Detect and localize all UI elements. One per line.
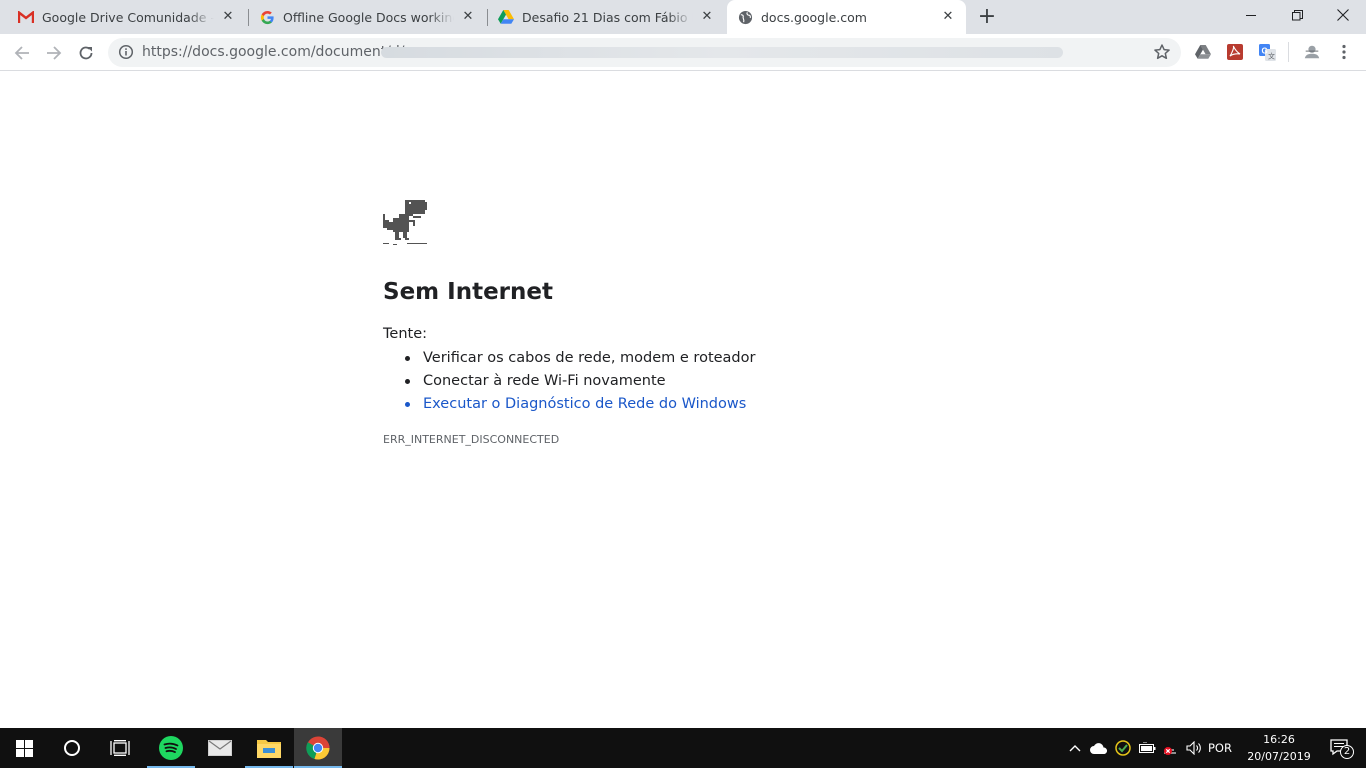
blurred-url-segment: [381, 47, 1063, 58]
google-drive-icon: [498, 9, 514, 25]
tab-drive-folder[interactable]: Desafio 21 Dias com Fábio Kerk - Google …: [488, 0, 725, 34]
spotify-icon[interactable]: [147, 728, 195, 768]
tab-title: Google Drive Comunidade – "Offline Googl…: [42, 9, 214, 25]
tab-title: Offline Google Docs working on Chrome: [283, 9, 454, 25]
clock-time: 16:26: [1263, 733, 1295, 746]
notification-count-badge: 2: [1340, 745, 1354, 759]
chrome-icon[interactable]: [294, 728, 342, 768]
google-g-icon: [259, 9, 275, 25]
close-tab-icon[interactable]: ✕: [940, 9, 956, 25]
back-button[interactable]: [8, 39, 36, 67]
file-explorer-icon[interactable]: [245, 728, 293, 768]
close-icon[interactable]: [1320, 0, 1366, 30]
new-tab-button[interactable]: +: [975, 5, 999, 29]
tab-strip: Google Drive Comunidade – "Offline Googl…: [0, 0, 1366, 34]
security-icon[interactable]: [1113, 728, 1133, 768]
tab-docs-active[interactable]: docs.google.com ✕: [727, 0, 966, 34]
reload-button[interactable]: [72, 39, 100, 67]
svg-text:G: G: [1261, 46, 1267, 55]
cortana-icon[interactable]: [48, 728, 96, 768]
input-language[interactable]: POR: [1208, 741, 1232, 755]
menu-dots-icon[interactable]: [1336, 43, 1352, 61]
page-title: Sem Internet: [383, 279, 553, 305]
clock-date: 20/07/2019: [1247, 750, 1311, 763]
svg-text:文: 文: [1268, 51, 1275, 60]
globe-icon: [737, 9, 753, 25]
tab-offline-docs[interactable]: Offline Google Docs working on Chrome ✕: [249, 0, 486, 34]
tab-gmail[interactable]: Google Drive Comunidade – "Offline Googl…: [8, 0, 246, 34]
task-view-icon[interactable]: [96, 728, 144, 768]
url-text: https://docs.google.com/document/d/: [142, 44, 405, 60]
gmail-icon: [18, 9, 34, 25]
minimize-icon[interactable]: [1228, 0, 1274, 30]
adobe-acrobat-icon[interactable]: [1226, 43, 1244, 61]
profile-icon[interactable]: [1303, 43, 1321, 61]
suggestion-reconnect-wifi: Conectar à rede Wi-Fi novamente: [383, 370, 755, 393]
google-translate-icon[interactable]: G文: [1258, 43, 1276, 61]
address-bar[interactable]: https://docs.google.com/document/d/: [108, 38, 1181, 67]
network-diagnostics-link[interactable]: Executar o Diagnóstico de Rede do Window…: [383, 393, 755, 416]
windows-taskbar: POR 16:26 20/07/2019 2: [0, 728, 1366, 768]
mail-icon[interactable]: [196, 728, 244, 768]
suggestion-check-cables: Verificar os cabos de rede, modem e rote…: [383, 347, 755, 370]
suggestions-list: Verificar os cabos de rede, modem e rote…: [383, 347, 755, 416]
volume-icon[interactable]: [1184, 728, 1204, 768]
browser-toolbar: https://docs.google.com/document/d/ G文: [0, 34, 1366, 71]
close-tab-icon[interactable]: ✕: [220, 9, 236, 25]
dino-icon[interactable]: [383, 200, 427, 246]
action-center-button[interactable]: 2: [1320, 728, 1360, 768]
close-tab-icon[interactable]: ✕: [699, 9, 715, 25]
chevron-up-icon[interactable]: [1066, 728, 1084, 768]
close-tab-icon[interactable]: ✕: [460, 9, 476, 25]
network-disconnected-icon[interactable]: [1160, 728, 1182, 768]
error-code: ERR_INTERNET_DISCONNECTED: [383, 433, 560, 446]
google-drive-icon[interactable]: [1194, 43, 1212, 61]
clock[interactable]: 16:26 20/07/2019: [1247, 731, 1311, 765]
bookmark-star-icon[interactable]: [1153, 43, 1171, 61]
onedrive-icon[interactable]: [1089, 728, 1109, 768]
tab-title: docs.google.com: [761, 9, 867, 25]
battery-icon[interactable]: [1137, 728, 1157, 768]
info-icon[interactable]: [118, 44, 134, 60]
toolbar-separator: [1288, 42, 1289, 62]
windows-start-icon[interactable]: [0, 728, 48, 768]
restore-icon[interactable]: [1274, 0, 1320, 30]
tab-title: Desafio 21 Dias com Fábio Kerk - Google …: [522, 9, 693, 25]
forward-button[interactable]: [40, 39, 68, 67]
try-label: Tente:: [383, 326, 427, 342]
